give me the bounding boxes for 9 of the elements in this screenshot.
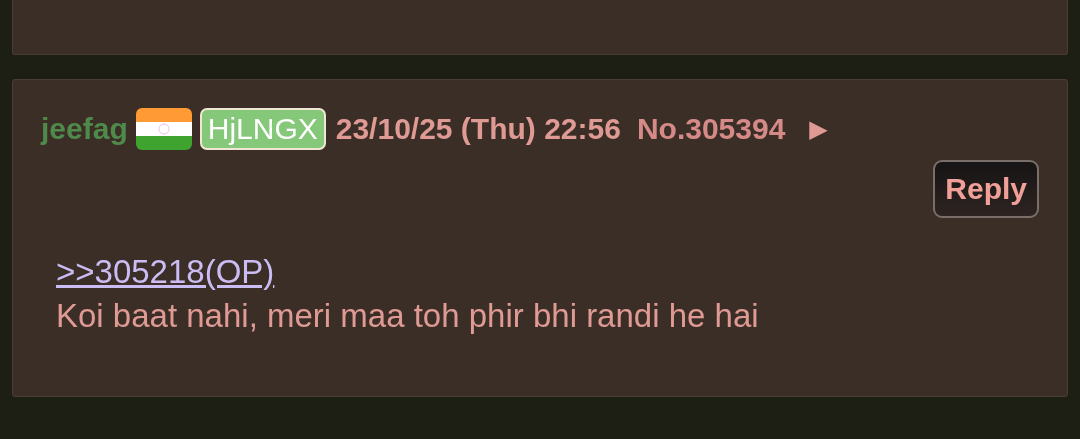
post-menu-button[interactable]: ▶ — [809, 115, 828, 143]
post-date: 23/10/25 (Thu) 22:56 — [335, 112, 621, 146]
quote-link[interactable]: >>305218(OP) — [56, 253, 275, 290]
poster-id-badge: HjLNGX — [199, 108, 326, 150]
poster-name: jeefag — [41, 112, 128, 146]
reply-button[interactable]: Reply — [933, 160, 1039, 218]
post-message: Koi baat nahi, meri maa toh phir bhi randi he hai — [56, 296, 760, 336]
post-number-link[interactable]: No.305394 — [636, 112, 786, 146]
flag-icon — [135, 108, 192, 150]
